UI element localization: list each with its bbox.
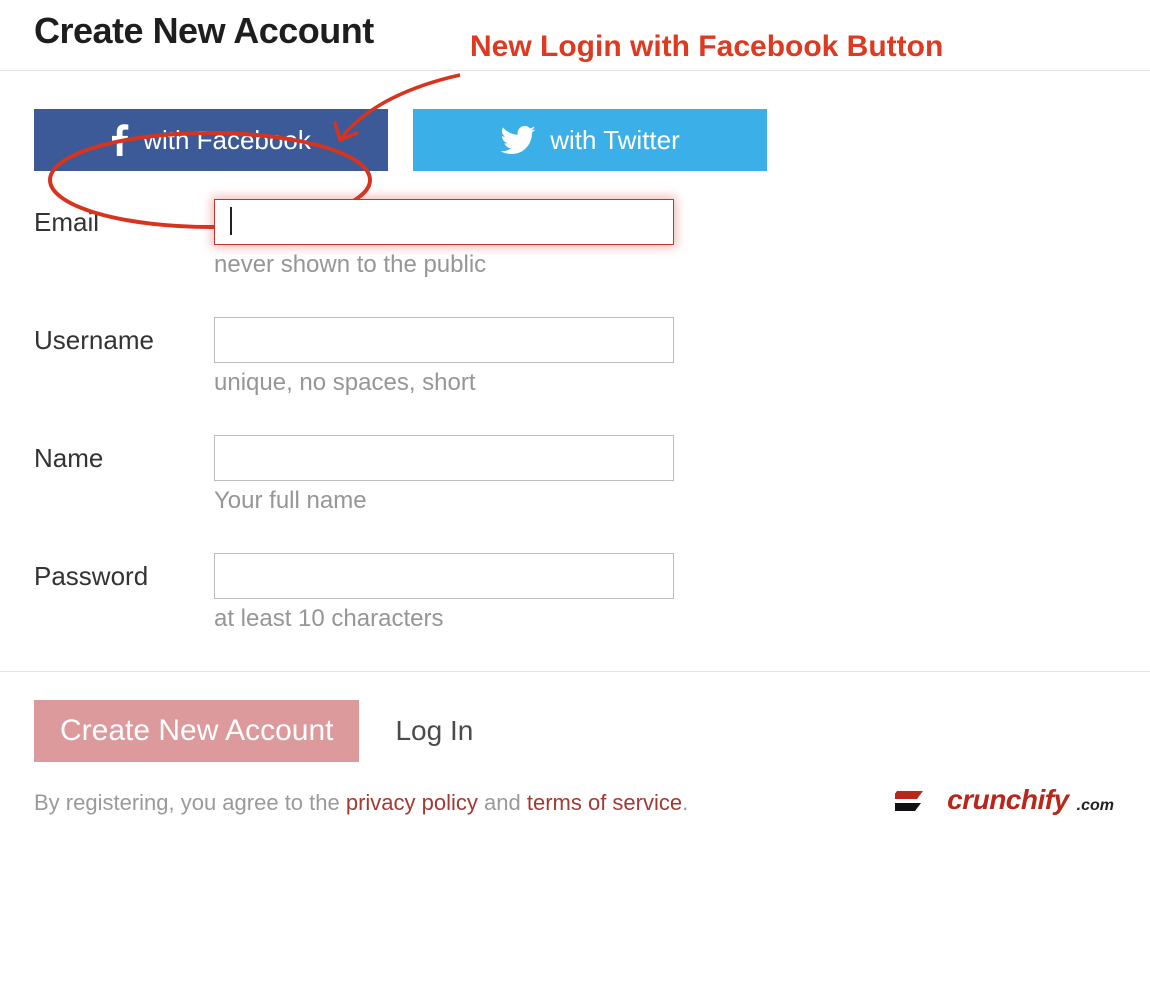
brand-mark-icon bbox=[895, 785, 939, 815]
legal-middle: and bbox=[478, 790, 527, 815]
username-row: Username unique, no spaces, short bbox=[34, 317, 1150, 397]
password-field[interactable] bbox=[214, 553, 674, 599]
page-title: Create New Account bbox=[34, 10, 1150, 52]
name-row: Name Your full name bbox=[34, 435, 1150, 515]
terms-of-service-link[interactable]: terms of service bbox=[527, 790, 682, 815]
legal-suffix: . bbox=[682, 790, 688, 815]
email-label: Email bbox=[34, 199, 214, 238]
privacy-policy-link[interactable]: privacy policy bbox=[346, 790, 478, 815]
legal-prefix: By registering, you agree to the bbox=[34, 790, 346, 815]
social-login-row: with Facebook with Twitter bbox=[0, 71, 1150, 199]
signup-form: Email never shown to the public Username… bbox=[0, 199, 1150, 633]
username-label: Username bbox=[34, 317, 214, 356]
password-label: Password bbox=[34, 553, 214, 592]
name-field[interactable] bbox=[214, 435, 674, 481]
facebook-button-label: with Facebook bbox=[143, 125, 311, 156]
brand-name: crunchify bbox=[947, 784, 1069, 816]
email-field[interactable] bbox=[214, 199, 674, 245]
brand-logo: crunchify .com bbox=[895, 784, 1114, 816]
twitter-button-label: with Twitter bbox=[550, 125, 680, 156]
password-hint: at least 10 characters bbox=[214, 605, 674, 633]
text-caret bbox=[230, 207, 232, 235]
login-with-facebook-button[interactable]: with Facebook bbox=[34, 109, 388, 171]
facebook-icon bbox=[111, 124, 129, 156]
login-link[interactable]: Log In bbox=[395, 715, 473, 747]
create-account-button[interactable]: Create New Account bbox=[34, 700, 359, 762]
username-hint: unique, no spaces, short bbox=[214, 369, 674, 397]
username-field[interactable] bbox=[214, 317, 674, 363]
email-hint: never shown to the public bbox=[214, 251, 674, 279]
password-row: Password at least 10 characters bbox=[34, 553, 1150, 633]
name-hint: Your full name bbox=[214, 487, 674, 515]
login-with-twitter-button[interactable]: with Twitter bbox=[413, 109, 767, 171]
brand-suffix: .com bbox=[1077, 797, 1114, 815]
name-label: Name bbox=[34, 435, 214, 474]
twitter-icon bbox=[500, 126, 536, 154]
email-row: Email never shown to the public bbox=[34, 199, 1150, 279]
